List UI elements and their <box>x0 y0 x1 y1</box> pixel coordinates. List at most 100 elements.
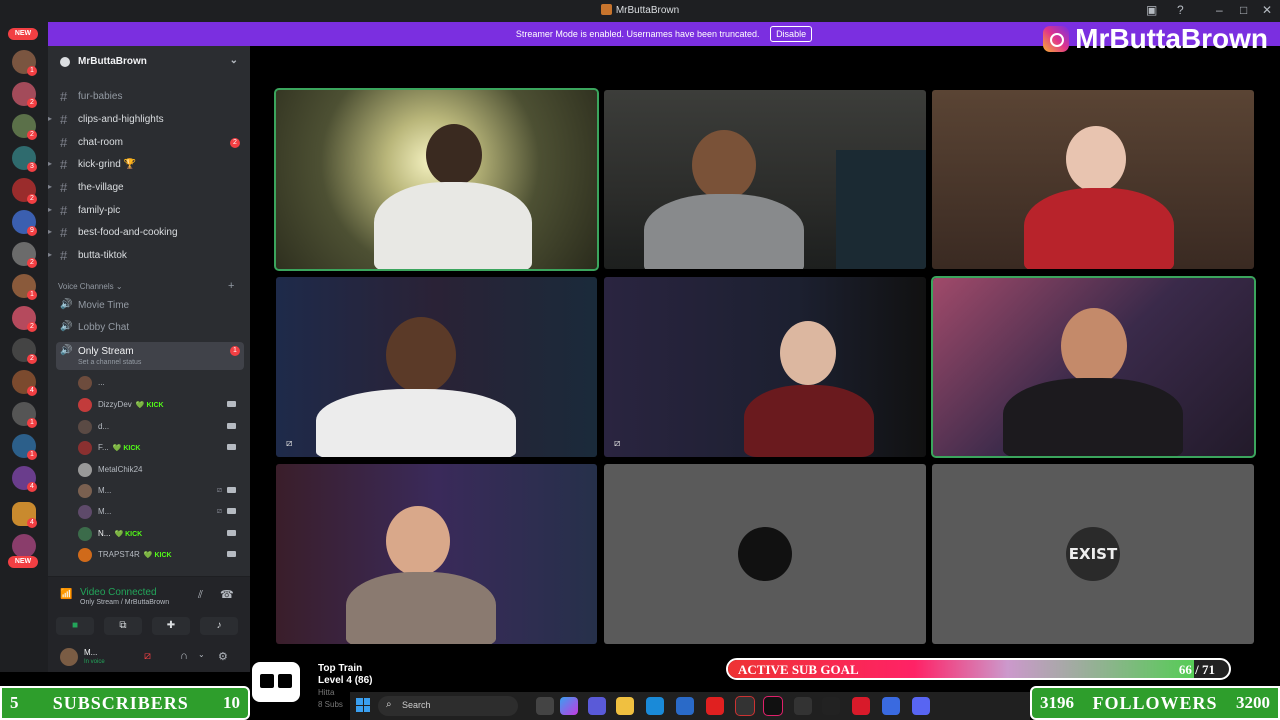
video-tile[interactable] <box>276 464 597 644</box>
windows-start-icon[interactable] <box>356 698 370 712</box>
disable-streamer-mode-button[interactable]: Disable <box>770 26 813 42</box>
voice-member[interactable]: MetalChik24 <box>78 461 240 479</box>
server-icon[interactable] <box>12 534 36 558</box>
participant-head <box>780 321 836 385</box>
chevron-down-icon[interactable]: ⌄ <box>198 650 205 659</box>
copilot-icon[interactable] <box>560 697 578 715</box>
disconnect-icon[interactable]: ☎ <box>220 588 234 601</box>
app-logo-icon <box>600 4 612 15</box>
gear-icon[interactable]: ⚙ <box>218 650 228 663</box>
subscribers-bar: 5 SUBSCRIBERS 10 <box>0 686 250 720</box>
call-of-duty-icon[interactable] <box>822 697 840 715</box>
soundboard-button[interactable]: ♪ <box>200 617 238 635</box>
voice-channel-lobby-chat[interactable]: 🔊 Lobby Chat <box>56 318 244 338</box>
server-badge: 1 <box>27 66 37 76</box>
discord-icon[interactable] <box>912 697 930 715</box>
channel-family-pic[interactable]: ▸ # family-pic <box>48 201 244 221</box>
avatar[interactable] <box>60 648 78 666</box>
voice-member[interactable]: M... ⧄ <box>78 482 240 500</box>
store-icon[interactable] <box>676 697 694 715</box>
camera-icon <box>227 444 236 450</box>
voice-member[interactable]: N... 💚 KICK <box>78 525 240 543</box>
maximize-icon[interactable]: □ <box>1240 3 1247 17</box>
help-icon[interactable]: ? <box>1177 3 1184 17</box>
voice-connection-panel: 📶 Video Connected Only Stream / MrButtaB… <box>48 576 250 640</box>
app-icon[interactable] <box>882 697 900 715</box>
muted-mic-icon[interactable]: ⧄ <box>144 650 151 663</box>
voice-category-header[interactable]: Voice Channels ⌄ + <box>58 280 234 292</box>
voice-member[interactable]: DizzyDev 💚 KICK <box>78 396 240 414</box>
channel-name: chat-room <box>78 137 124 148</box>
channel-chat-room[interactable]: # chat-room 2 <box>56 133 244 153</box>
edge-icon[interactable] <box>646 697 664 715</box>
channel-kick-grind[interactable]: ▸ # kick-grind 🏆 <box>48 155 244 175</box>
participant-body <box>644 194 804 269</box>
voice-member[interactable]: d... <box>78 418 240 436</box>
minimize-icon[interactable]: – <box>1216 3 1223 17</box>
participant-body <box>316 389 516 457</box>
voice-member[interactable]: ... <box>78 374 240 392</box>
video-tile[interactable]: EXIST <box>932 464 1254 644</box>
camera-button[interactable]: ■ <box>56 617 94 635</box>
participant-head <box>426 124 482 186</box>
teams-icon[interactable] <box>588 697 606 715</box>
participant-head <box>1066 126 1126 192</box>
windows-taskbar: ⌕ Search <box>350 692 1030 720</box>
member-name: M... <box>98 486 112 495</box>
channel-the-village[interactable]: ▸ # the-village <box>48 178 244 198</box>
video-tile[interactable] <box>932 90 1254 269</box>
server-header[interactable]: MrButtaBrown ⌄ <box>48 46 250 78</box>
channel-status[interactable]: Set a channel status <box>78 359 244 366</box>
voice-member[interactable]: M... ⧄ <box>78 503 240 521</box>
channel-butta-tiktok[interactable]: ▸ # butta-tiktok <box>48 246 244 266</box>
youtube-icon[interactable] <box>706 697 724 715</box>
video-tile[interactable] <box>931 276 1256 458</box>
app-icon[interactable] <box>852 697 870 715</box>
hash-icon: # <box>60 135 68 150</box>
tiktok-icon[interactable] <box>763 696 783 716</box>
file-explorer-icon[interactable] <box>616 697 634 715</box>
voice-status-subtitle[interactable]: Only Stream / MrButtaBrown <box>80 599 169 606</box>
followers-current: 3196 <box>1040 693 1074 712</box>
video-tile[interactable]: ⧄ <box>276 277 597 457</box>
server-badge: 2 <box>27 258 37 268</box>
channel-best-food-and-cooking[interactable]: ▸ # best-food-and-cooking <box>48 223 244 243</box>
screen-share-icon[interactable]: ▣ <box>1146 3 1157 17</box>
channel-fur-babies[interactable]: # fur-babies <box>56 87 244 107</box>
voice-member[interactable]: TRAPST4R 💚 KICK <box>78 546 240 564</box>
chevron-down-icon[interactable]: ⌄ <box>230 55 238 66</box>
obs-icon[interactable] <box>794 697 812 715</box>
screen-share-button[interactable]: ⧉ <box>104 617 142 635</box>
caret-right-icon: ▸ <box>48 182 53 191</box>
hash-icon: # <box>60 248 68 263</box>
server-name: MrButtaBrown <box>78 56 147 67</box>
headphones-icon[interactable]: ∩ <box>180 650 188 662</box>
add-channel-icon[interactable]: + <box>228 280 234 292</box>
voice-member[interactable]: F... 💚 KICK <box>78 439 240 457</box>
task-view-icon[interactable] <box>536 697 554 715</box>
video-tile[interactable] <box>274 88 599 271</box>
video-tile[interactable] <box>604 90 926 269</box>
member-name: ... <box>98 378 105 387</box>
sub-goal-value: 66 / 71 <box>1178 662 1215 677</box>
subs-current: 5 <box>10 693 19 712</box>
video-tile[interactable]: ⧄ <box>604 277 926 457</box>
speaker-icon: 🔊 <box>60 299 73 310</box>
caret-right-icon: ▸ <box>48 159 53 168</box>
close-icon[interactable]: ✕ <box>1262 3 1272 17</box>
member-name: M... <box>98 507 112 516</box>
channel-clips-and-highlights[interactable]: ▸ # clips-and-highlights <box>48 110 244 130</box>
xbox-icon[interactable] <box>735 696 755 716</box>
channel-name: kick-grind 🏆 <box>78 159 137 170</box>
noise-suppression-icon[interactable]: ⫽ <box>198 589 203 602</box>
voice-channel-movie-time[interactable]: 🔊 Movie Time <box>56 296 244 316</box>
voice-channel-only-stream[interactable]: 🔊 Only Stream Set a channel status 1 <box>56 342 244 370</box>
video-tile[interactable] <box>604 464 926 644</box>
taskbar-search[interactable]: ⌕ Search <box>378 696 518 716</box>
server-badge: 2 <box>27 194 37 204</box>
participant-head <box>692 130 756 200</box>
activities-button[interactable]: ✚ <box>152 617 190 635</box>
camera-icon <box>227 401 236 407</box>
muted-mic-icon: ⧄ <box>216 506 222 515</box>
subs-label: SUBSCRIBERS <box>52 692 189 713</box>
